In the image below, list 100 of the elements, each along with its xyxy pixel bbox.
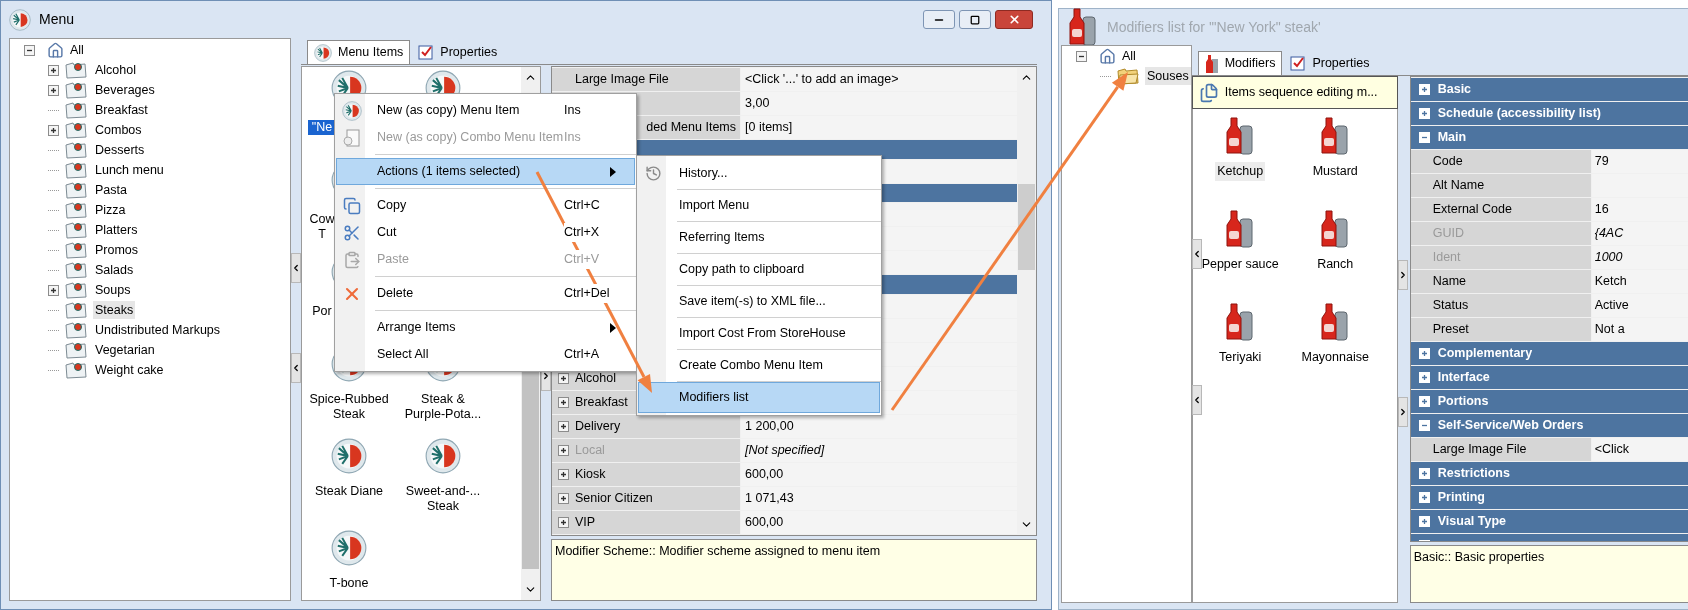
tree-item[interactable]: Combos xyxy=(93,120,144,140)
splitter-handle[interactable] xyxy=(291,253,301,283)
property-value: <Click xyxy=(1591,438,1688,461)
tab[interactable]: Menu Items xyxy=(307,40,411,64)
app-icon xyxy=(9,8,31,31)
menu-item[interactable]: Referring Items xyxy=(638,222,880,253)
menu-item[interactable]: New (as copy) Menu Item Ins xyxy=(336,97,635,124)
menu-item[interactable]: Modifiers list xyxy=(638,382,880,413)
property-value: 16 xyxy=(1591,198,1688,221)
menu-item[interactable]: Cut Ctrl+X xyxy=(336,219,635,246)
splitter-handle[interactable] xyxy=(1191,385,1202,415)
splitter-handle[interactable] xyxy=(1191,239,1202,269)
tree-toggle-icon[interactable] xyxy=(48,124,59,136)
tree-toggle-icon[interactable] xyxy=(24,44,35,56)
splitter-handle[interactable] xyxy=(1397,260,1408,290)
checklist-icon xyxy=(418,44,435,60)
tree-toggle-icon[interactable] xyxy=(48,84,59,96)
tab[interactable]: Properties xyxy=(412,40,504,64)
tree-item[interactable]: Pizza xyxy=(93,200,128,220)
menu-item[interactable]: Create Combo Menu Item xyxy=(638,350,880,381)
item-label[interactable]: Ranch xyxy=(1315,255,1356,274)
tab[interactable]: Properties xyxy=(1284,51,1376,75)
menu-item[interactable]: Actions (1 items selected) xyxy=(336,158,635,185)
item-label[interactable]: T-bone xyxy=(308,576,390,591)
description-text: Basic:: Basic properties xyxy=(1413,550,1545,564)
expand-icon[interactable] xyxy=(558,469,569,480)
menu-item[interactable]: Arrange Items xyxy=(336,314,635,341)
tree-item[interactable]: Salads xyxy=(93,260,136,280)
property-name: Code xyxy=(1410,150,1591,173)
menu-item[interactable]: Import Menu xyxy=(638,190,880,221)
property-value: Active xyxy=(1591,294,1688,317)
tree-item[interactable]: All xyxy=(1120,46,1138,66)
item-label[interactable]: Steak Diane xyxy=(308,484,390,499)
item-label[interactable]: Ketchup xyxy=(1215,162,1266,181)
item-label[interactable]: Cow T xyxy=(308,212,336,242)
item-label[interactable]: "Ne xyxy=(308,120,336,135)
submenu-arrow-icon xyxy=(610,322,616,333)
submenu-arrow-icon xyxy=(610,166,616,177)
item-label[interactable]: Mayonnaise xyxy=(1299,348,1371,367)
tree-item[interactable]: Breakfast xyxy=(93,100,150,120)
expand-icon[interactable] xyxy=(558,493,569,504)
tree-item[interactable]: Steaks xyxy=(93,300,136,320)
scrollbar-thumb[interactable] xyxy=(1018,184,1035,270)
category-title: Basic xyxy=(1437,81,1472,99)
tree-item[interactable]: Promos xyxy=(93,240,141,260)
folder-icon xyxy=(65,281,87,299)
menu-item[interactable]: Copy path to clipboard xyxy=(638,254,880,285)
folder-icon xyxy=(65,201,87,219)
item-label[interactable]: Spice-Rubbed Steak xyxy=(308,392,390,422)
menu-item[interactable]: Save item(-s) to XML file... xyxy=(638,286,880,317)
maximize-button[interactable] xyxy=(959,10,991,29)
home-icon xyxy=(47,41,64,59)
tree-item[interactable]: Platters xyxy=(93,220,140,240)
close-button[interactable] xyxy=(995,10,1033,29)
item-label[interactable]: Por xyxy=(308,304,336,319)
expand-icon[interactable] xyxy=(558,397,569,408)
menu-item[interactable]: History... xyxy=(638,158,880,189)
category-title: Interface xyxy=(1437,369,1490,387)
menu-item[interactable]: Select All Ctrl+A xyxy=(336,341,635,368)
maximize-icon xyxy=(970,14,980,25)
tree-item[interactable]: Beverages xyxy=(93,80,157,100)
property-value: 79 xyxy=(1591,150,1688,173)
tree-item[interactable]: All xyxy=(68,40,86,60)
tree-item[interactable]: Soups xyxy=(93,280,133,300)
minimize-button[interactable] xyxy=(923,10,955,29)
tree-item[interactable]: Vegetarian xyxy=(93,340,157,360)
tree-item[interactable]: Weight cake xyxy=(93,360,166,380)
tree-toggle-icon[interactable] xyxy=(48,64,59,76)
tree-item[interactable]: Desserts xyxy=(93,140,147,160)
expand-icon[interactable] xyxy=(558,421,569,432)
menu-item[interactable]: Delete Ctrl+Del xyxy=(336,280,635,307)
splitter-handle[interactable] xyxy=(291,353,301,383)
category-title: Visual Type xyxy=(1437,513,1507,531)
item-label[interactable]: Pepper sauce xyxy=(1199,255,1281,274)
chevron-left-icon xyxy=(291,363,301,373)
splitter-handle[interactable] xyxy=(1397,397,1408,427)
tree-item[interactable]: Alcohol xyxy=(93,60,138,80)
tree-item[interactable]: Souses xyxy=(1145,66,1191,86)
item-label[interactable]: Mustard xyxy=(1310,162,1360,181)
tab[interactable]: Modifiers xyxy=(1197,51,1283,75)
tree-toggle-icon[interactable] xyxy=(48,284,59,296)
item-label[interactable]: Steak & Purple-Pota... xyxy=(402,392,484,422)
folder-icon xyxy=(65,61,87,79)
folder-icon xyxy=(65,141,87,159)
folder-icon xyxy=(65,361,87,379)
expand-icon[interactable] xyxy=(558,517,569,528)
menu-item[interactable]: Import Cost From StoreHouse xyxy=(638,318,880,349)
tree-toggle-icon[interactable] xyxy=(1076,50,1087,62)
menu-item[interactable]: Copy Ctrl+C xyxy=(336,192,635,219)
property-name: Preset xyxy=(1410,318,1591,341)
tree-item[interactable]: Pasta xyxy=(93,180,129,200)
property-value: {4AC xyxy=(1591,222,1688,245)
item-label[interactable]: Sweet-and-... Steak xyxy=(402,484,484,514)
expand-icon[interactable] xyxy=(558,373,569,384)
property-name: External Code xyxy=(1410,198,1591,221)
item-label[interactable]: Teriyaki xyxy=(1217,348,1264,367)
plate-icon xyxy=(331,438,367,474)
property-name: Senior Citizen xyxy=(575,490,653,508)
tree-item[interactable]: Lunch menu xyxy=(93,160,166,180)
tree-item[interactable]: Undistributed Markups xyxy=(93,320,223,340)
